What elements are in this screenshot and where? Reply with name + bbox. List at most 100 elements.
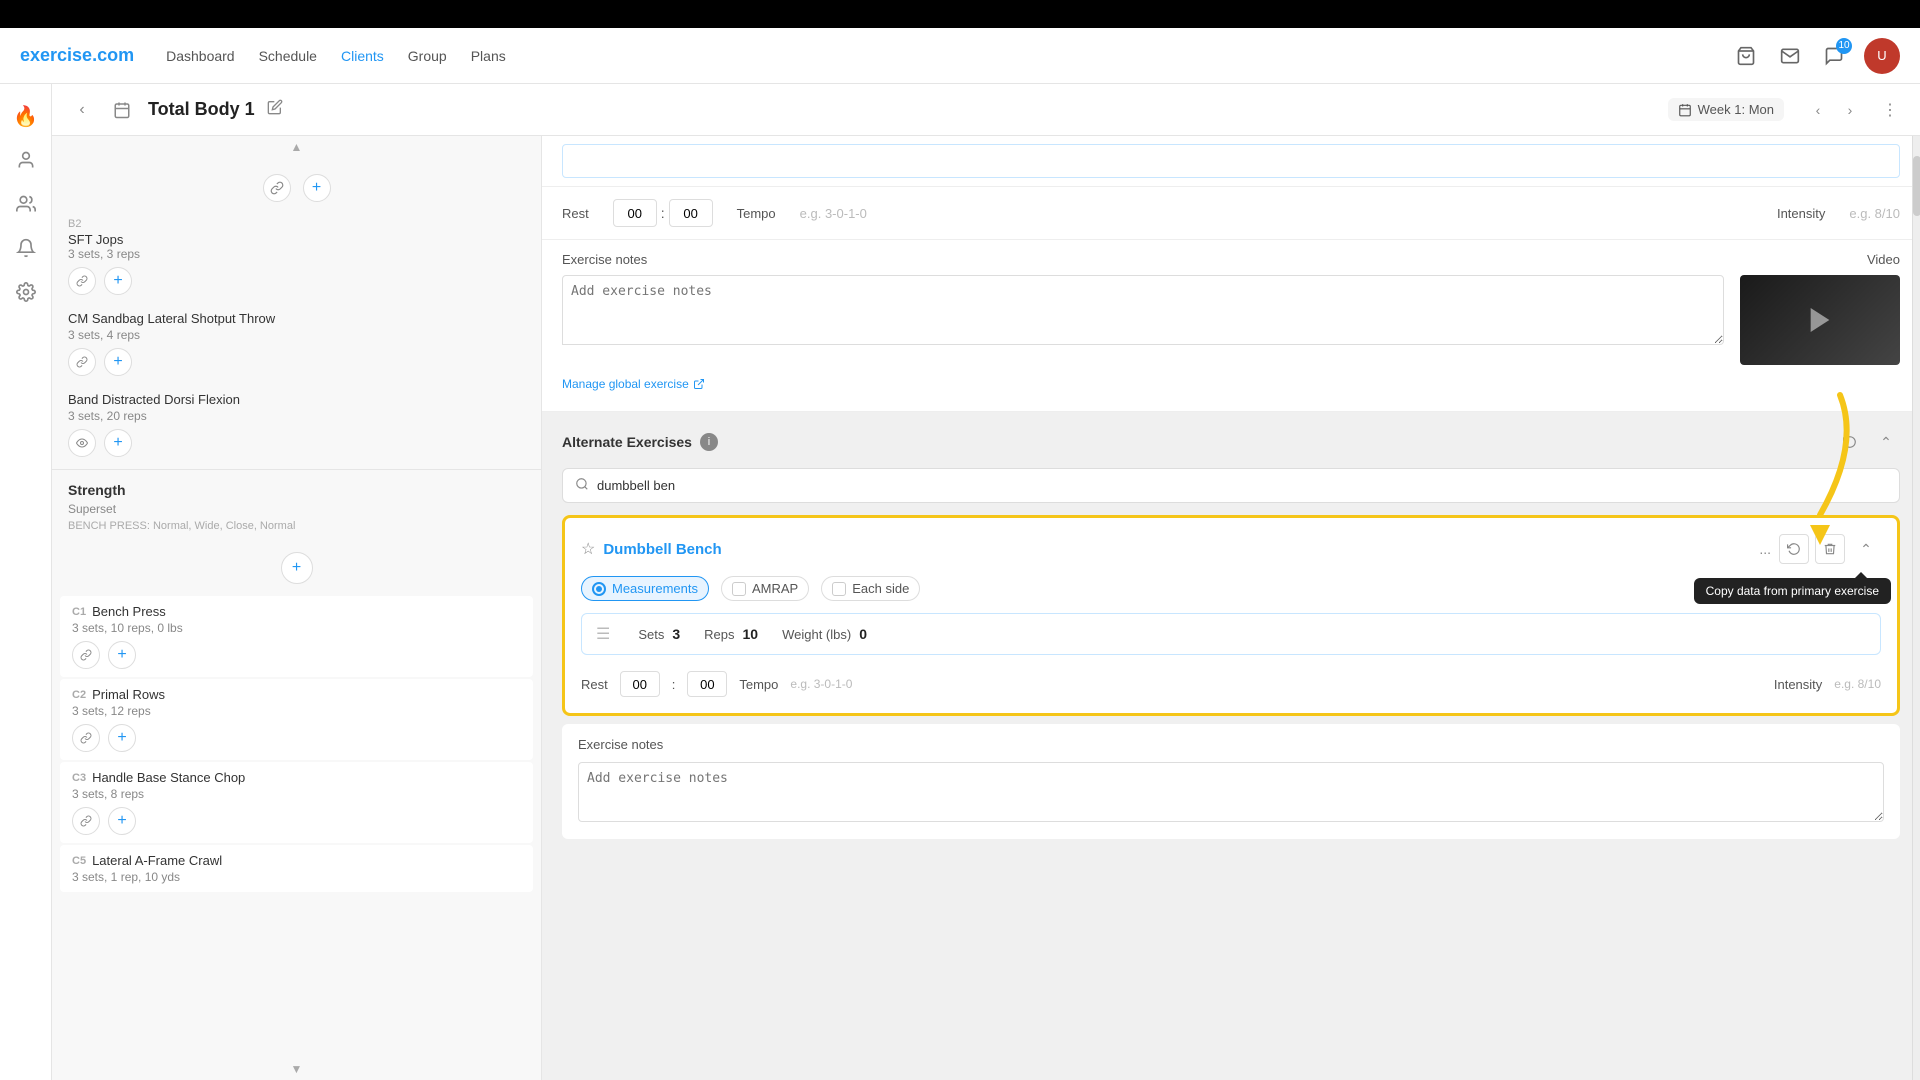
c1-name[interactable]: Bench Press: [92, 604, 166, 619]
notes-area-wrapper: [562, 275, 1900, 365]
card-rest-row: Rest : Tempo e.g. 3-0-1-0 Intensity e.g.…: [581, 667, 1881, 697]
measurements-pill[interactable]: Measurements: [581, 576, 709, 601]
rest-seconds-input[interactable]: [669, 199, 713, 227]
expand-card-button[interactable]: ⌃: [1851, 534, 1881, 564]
highlighted-exercise-card: ☆ Dumbbell Bench ... Copy data from prim…: [562, 515, 1900, 716]
c2-name[interactable]: Primal Rows: [92, 687, 165, 702]
exercise-list-scroll: + b2 SFT Jops 3 sets, 3 reps: [52, 158, 541, 1058]
c1-add[interactable]: +: [108, 641, 136, 669]
scroll-up-indicator: ▲: [52, 136, 541, 158]
workout-header: ‹ Total Body 1 Week 1: Mon ‹ › ⋮: [52, 84, 1920, 136]
rest-minutes-input[interactable]: [613, 199, 657, 227]
nav-schedule[interactable]: Schedule: [259, 48, 317, 64]
calendar-button[interactable]: [108, 96, 136, 124]
chat-icon[interactable]: 10: [1820, 42, 1848, 70]
sidebar-user-icon[interactable]: [6, 140, 46, 180]
shop-icon[interactable]: [1732, 42, 1760, 70]
card-rest-minutes[interactable]: [620, 671, 660, 697]
star-icon[interactable]: ☆: [581, 539, 595, 559]
b2-name[interactable]: SFT Jops: [68, 232, 140, 247]
c3-label: C3: [72, 772, 86, 784]
scroll-down-indicator: ▼: [52, 1058, 541, 1080]
nav-clients[interactable]: Clients: [341, 48, 384, 64]
nav-dashboard[interactable]: Dashboard: [166, 48, 235, 64]
b3-link-icon[interactable]: [68, 348, 96, 376]
workout-title: Total Body 1: [148, 99, 255, 120]
measurement-dot: [596, 586, 602, 592]
refresh-icon[interactable]: [1836, 428, 1864, 456]
b2-actions: +: [68, 267, 525, 295]
back-button[interactable]: ‹: [68, 96, 96, 124]
rest-inputs: :: [613, 199, 713, 227]
edit-title-icon[interactable]: [267, 99, 283, 120]
scrollbar-track[interactable]: [1912, 136, 1920, 1080]
b3-add[interactable]: +: [104, 348, 132, 376]
below-notes-textarea[interactable]: [578, 762, 1884, 822]
sidebar-fire-icon[interactable]: 🔥: [6, 96, 46, 136]
exercise-notes-wrapper: Exercise notes Video Manage global exerc…: [542, 240, 1920, 412]
b2-link-icon[interactable]: [68, 267, 96, 295]
each-side-pill[interactable]: Each side: [821, 576, 920, 601]
each-side-checkbox[interactable]: [832, 582, 846, 596]
b4-name[interactable]: Band Distracted Dorsi Flexion: [68, 392, 525, 407]
collapse-icon[interactable]: ⌃: [1872, 428, 1900, 456]
amrap-pill[interactable]: AMRAP: [721, 576, 809, 601]
nav-plans[interactable]: Plans: [471, 48, 506, 64]
add-group-button[interactable]: +: [281, 552, 313, 584]
sidebar-bell-icon[interactable]: [6, 228, 46, 268]
alternate-search-input[interactable]: [597, 478, 1887, 493]
b4-add[interactable]: +: [104, 429, 132, 457]
alternate-title: Alternate Exercises: [562, 434, 692, 450]
card-rest-seconds[interactable]: [687, 671, 727, 697]
b3-name[interactable]: CM Sandbag Lateral Shotput Throw: [68, 311, 525, 326]
nav-arrows: ‹ ›: [1804, 96, 1864, 124]
exercise-name-input[interactable]: [562, 144, 1900, 178]
card-header: ☆ Dumbbell Bench ... Copy data from prim…: [581, 534, 1881, 564]
add-exercise-top[interactable]: +: [303, 174, 331, 202]
c5-name[interactable]: Lateral A-Frame Crawl: [92, 853, 222, 868]
b2-add[interactable]: +: [104, 267, 132, 295]
copy-data-button[interactable]: [1779, 534, 1809, 564]
next-arrow[interactable]: ›: [1836, 96, 1864, 124]
b2-sets: 3 sets, 3 reps: [68, 247, 140, 261]
logo-text: exercise: [20, 45, 92, 65]
b4-eye-icon[interactable]: [68, 429, 96, 457]
c3-name[interactable]: Handle Base Stance Chop: [92, 770, 245, 785]
info-icon[interactable]: i: [700, 433, 718, 451]
amrap-checkbox[interactable]: [732, 582, 746, 596]
scrollbar-thumb[interactable]: [1913, 156, 1920, 216]
nav-logo[interactable]: exercise.com: [20, 45, 134, 66]
weight-value: 0: [859, 626, 867, 642]
c3-link-icon[interactable]: [72, 807, 100, 835]
nav-group[interactable]: Group: [408, 48, 447, 64]
card-title[interactable]: Dumbbell Bench: [603, 541, 1751, 558]
exercise-name-field-wrapper: [542, 136, 1920, 187]
below-card-notes: Exercise notes: [562, 724, 1900, 839]
rest-tempo-row: Rest : Tempo e.g. 3-0-1-0 Intensity e.g.…: [542, 187, 1920, 240]
c3-add[interactable]: +: [108, 807, 136, 835]
card-rest-label: Rest: [581, 677, 608, 692]
c1-link-icon[interactable]: [72, 641, 100, 669]
card-tempo-placeholder: e.g. 3-0-1-0: [790, 677, 852, 691]
card-ellipsis[interactable]: ...: [1759, 541, 1771, 557]
drag-handle-icon[interactable]: ☰: [596, 624, 610, 644]
rest-label: Rest: [562, 206, 589, 221]
prev-arrow[interactable]: ‹: [1804, 96, 1832, 124]
mail-icon[interactable]: [1776, 42, 1804, 70]
c2-add[interactable]: +: [108, 724, 136, 752]
link-icon-top[interactable]: [263, 174, 291, 202]
amrap-label: AMRAP: [752, 581, 798, 596]
sidebar-settings-icon[interactable]: [6, 272, 46, 312]
c2-link-icon[interactable]: [72, 724, 100, 752]
c5-label: C5: [72, 855, 86, 867]
exercise-notes-textarea[interactable]: [562, 275, 1724, 345]
video-thumbnail[interactable]: [1740, 275, 1900, 365]
user-avatar[interactable]: U: [1864, 38, 1900, 74]
delete-exercise-button[interactable]: [1815, 534, 1845, 564]
main-nav: exercise.com Dashboard Schedule Clients …: [0, 28, 1920, 84]
sets-row: ☰ Sets 3 Reps 10 Weight (: [581, 613, 1881, 655]
manage-global-link[interactable]: Manage global exercise: [562, 369, 705, 399]
b3-actions: +: [68, 348, 525, 376]
sidebar-clients-icon[interactable]: [6, 184, 46, 224]
more-options-button[interactable]: ⋮: [1876, 96, 1904, 124]
